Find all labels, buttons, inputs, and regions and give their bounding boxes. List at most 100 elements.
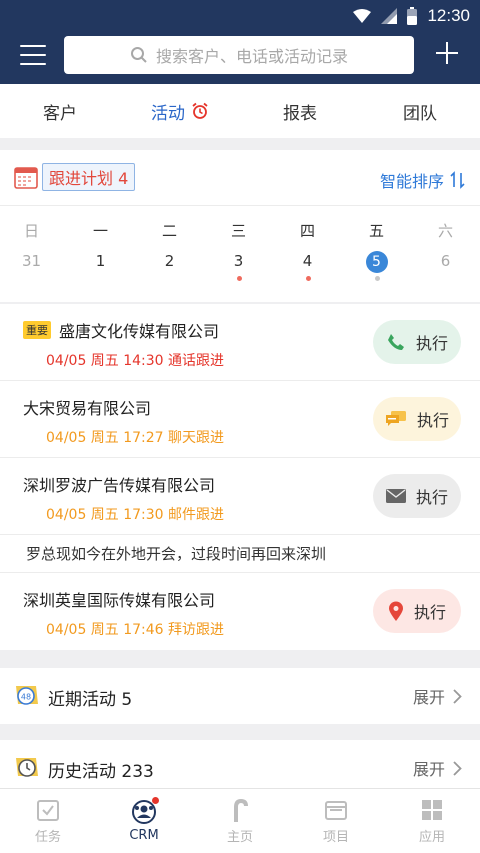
phone-icon (387, 334, 404, 350)
activity-dot (236, 276, 242, 281)
wifi-icon (353, 9, 372, 23)
plan-title[interactable]: 跟进计划 4 (42, 163, 136, 191)
important-badge: 重要 (23, 321, 51, 339)
day-name: 日 (23, 222, 39, 240)
calendar-day[interactable]: 六6 (411, 220, 480, 276)
calendar-day[interactable]: 四4 (273, 220, 342, 281)
expand-label: 展开 (412, 688, 445, 707)
activity-detail: 04/05 周五 17:30 邮件跟进 (46, 507, 225, 523)
execute-button[interactable]: 执行 (373, 474, 461, 518)
company-name: 深圳罗波广告传媒有限公司 (23, 476, 216, 495)
search-input[interactable]: 搜索客户、电话或活动记录 (64, 36, 414, 74)
chevron-right-icon (453, 688, 462, 704)
nav-label: 项目 (322, 830, 349, 845)
search-icon (130, 47, 147, 63)
day-date: 4 (302, 252, 313, 270)
activity-dot (374, 276, 380, 281)
history-activities-label: 历史活动 233 (48, 762, 154, 782)
follow-up-plan: 跟进计划 4 智能排序 日 31 一1 二2 三3 四4 五5 六6 (0, 150, 480, 302)
chevron-right-icon (453, 760, 462, 776)
day-date: 1 (95, 252, 106, 270)
top-tabs: 客户 活动 报表 团队 (0, 84, 480, 138)
calendar-day[interactable]: 二2 (135, 220, 204, 276)
expand-recent-button[interactable]: 展开 (413, 684, 462, 708)
list-item[interactable]: 深圳罗波广告传媒有限公司 04/05 周五 17:30 邮件跟进 执行 (0, 458, 480, 535)
activity-detail: 04/05 周五 17:27 聊天跟进 (46, 430, 225, 446)
sort-label: 智能排序 (379, 172, 444, 191)
smart-sort-button[interactable]: 智能排序 (380, 168, 466, 192)
nav-label: 任务 (34, 830, 61, 845)
add-icon[interactable] (434, 40, 460, 66)
calendar-day[interactable]: 日 31 (0, 220, 66, 276)
plan-header: 跟进计划 4 智能排序 (0, 150, 480, 206)
company-row: 重要 盛唐文化传媒有限公司 (23, 318, 219, 342)
activity-note: 罗总现如今在外地开会，过段时间再回来深圳 (0, 535, 480, 573)
projects-icon (325, 801, 347, 820)
tab-label: 报表 (283, 103, 317, 124)
expand-history-button[interactable]: 展开 (413, 756, 462, 780)
execute-button[interactable]: 执行 (373, 397, 461, 441)
nav-apps[interactable]: 应用 (384, 789, 480, 853)
company-name: 盛唐文化传媒有限公司 (59, 322, 220, 341)
day-name: 六 (437, 222, 453, 240)
tab-customers[interactable]: 客户 (0, 84, 120, 138)
mail-icon (385, 489, 406, 503)
calendar-day[interactable]: 一1 (66, 220, 135, 276)
search-placeholder: 搜索客户、电话或活动记录 (155, 47, 348, 66)
week-calendar: 日 31 一1 二2 三3 四4 五5 六6 (0, 220, 480, 281)
execute-label: 执行 (415, 334, 448, 353)
bottom-nav: 任务 CRM 主页 项目 应用 (0, 788, 480, 853)
day-date: 3 (233, 252, 244, 270)
recent-activities-section[interactable]: 48 近期活动 5 展开 (0, 668, 480, 724)
day-name: 一 (92, 222, 108, 240)
tab-team[interactable]: 团队 (360, 84, 480, 138)
tab-reports[interactable]: 报表 (240, 84, 360, 138)
tasks-icon (37, 800, 59, 821)
nav-home[interactable]: 主页 (192, 789, 288, 853)
home-icon (234, 799, 248, 822)
day-name: 三 (230, 222, 246, 240)
activity-list: 重要 盛唐文化传媒有限公司 04/05 周五 14:30 通话跟进 执行 大宋贸… (0, 304, 480, 650)
company-name: 大宋贸易有限公司 (23, 399, 152, 418)
notification-badge (151, 797, 159, 804)
day-date: 31 (21, 252, 42, 270)
day-date: 6 (440, 252, 451, 270)
day-name: 四 (299, 222, 315, 240)
calendar-day-today[interactable]: 五5 (342, 220, 411, 281)
day-date: 2 (164, 252, 175, 270)
nav-projects[interactable]: 项目 (288, 789, 384, 853)
nav-crm[interactable]: CRM (96, 789, 192, 853)
expand-label: 展开 (412, 760, 445, 779)
list-item[interactable]: 大宋贸易有限公司 04/05 周五 17:27 聊天跟进 执行 (0, 381, 480, 458)
list-item[interactable]: 重要 盛唐文化传媒有限公司 04/05 周五 14:30 通话跟进 执行 (0, 304, 480, 381)
calendar-48-icon: 48 (16, 686, 38, 705)
company-name: 深圳英皇国际传媒有限公司 (23, 591, 216, 610)
activity-detail: 04/05 周五 14:30 通话跟进 (46, 353, 225, 369)
alarm-clock-icon (192, 102, 208, 119)
battery-icon (407, 7, 418, 25)
nav-tasks[interactable]: 任务 (0, 789, 96, 853)
execute-label: 执行 (415, 488, 448, 507)
calendar-day[interactable]: 三3 (204, 220, 273, 281)
menu-icon[interactable] (20, 45, 46, 65)
tab-label: 活动 (151, 103, 185, 124)
list-item[interactable]: 深圳英皇国际传媒有限公司 04/05 周五 17:46 拜访跟进 执行 (0, 573, 480, 650)
execute-label: 执行 (416, 411, 449, 430)
tab-label: 团队 (403, 103, 437, 124)
svg-text:48: 48 (21, 693, 31, 702)
calendar-icon (14, 167, 38, 189)
tab-activities[interactable]: 活动 (120, 84, 240, 138)
nav-label: CRM (129, 828, 159, 843)
day-name: 二 (161, 222, 177, 240)
sort-icon (450, 171, 465, 189)
activity-detail: 04/05 周五 17:46 拜访跟进 (46, 622, 225, 638)
apps-grid-icon (422, 800, 442, 820)
app-header: 12:30 搜索客户、电话或活动记录 (0, 0, 480, 84)
execute-button[interactable]: 执行 (373, 589, 461, 633)
nav-label: 应用 (418, 830, 445, 845)
tab-label: 客户 (43, 103, 77, 124)
location-icon (388, 601, 403, 621)
status-bar: 12:30 (353, 4, 470, 28)
execute-button[interactable]: 执行 (373, 320, 461, 364)
day-name: 五 (368, 222, 384, 240)
